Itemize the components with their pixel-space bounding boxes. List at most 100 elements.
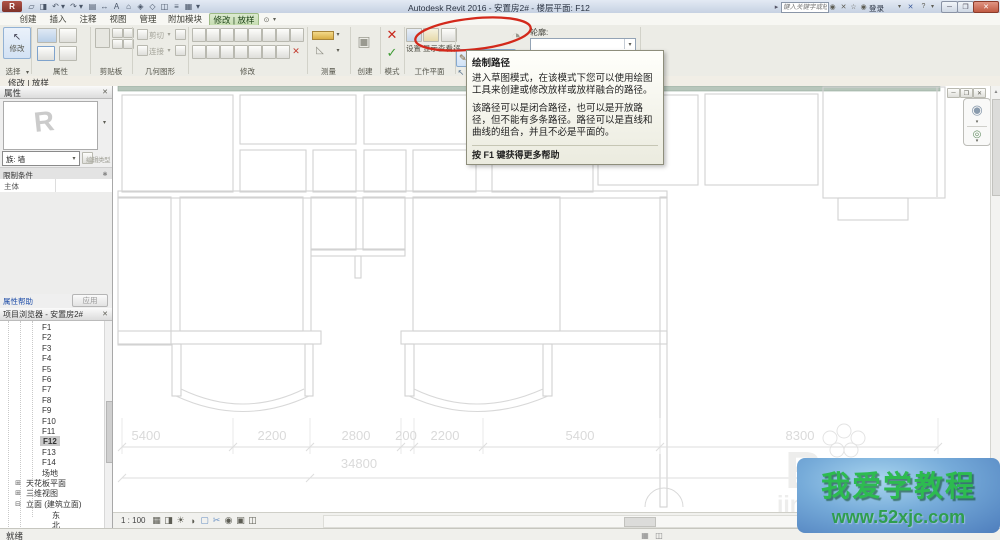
set-workplane-label[interactable]: 设置: [406, 43, 421, 54]
pin-tool-icon[interactable]: [290, 28, 304, 42]
extend-icon[interactable]: [276, 28, 290, 42]
thin-lines-icon[interactable]: ≡: [171, 2, 182, 11]
favorites-icon[interactable]: ☆: [849, 2, 858, 11]
browser-item-f12-selected[interactable]: F12: [40, 436, 60, 446]
tab-manage[interactable]: 管理: [134, 13, 162, 25]
properties-close-icon[interactable]: ✕: [100, 87, 110, 97]
measure-icon[interactable]: ↔: [99, 2, 110, 11]
pin-section-icon[interactable]: ✱: [101, 170, 109, 178]
scale-icon[interactable]: [248, 45, 262, 59]
exchange-x-icon[interactable]: ✕: [906, 2, 915, 11]
text-icon[interactable]: A: [111, 2, 122, 11]
browser-node-3d-views[interactable]: 三维视图: [26, 488, 58, 498]
steering-wheel-icon[interactable]: ◉: [969, 102, 985, 118]
host-row[interactable]: 主体: [0, 179, 112, 193]
family-types-icon[interactable]: [59, 28, 77, 43]
cut-dropdown-icon[interactable]: ▾: [166, 30, 172, 38]
browser-item-f3[interactable]: F3: [42, 343, 51, 353]
home-view-icon[interactable]: ⌂: [123, 2, 134, 11]
rotate-icon[interactable]: [220, 45, 234, 59]
signin-dropdown-icon[interactable]: ▾: [896, 2, 903, 11]
mirror-axis-icon[interactable]: [220, 28, 234, 42]
vertical-scrollbar[interactable]: ▲ ▼: [990, 86, 1000, 512]
browser-item-f6[interactable]: F6: [42, 374, 51, 384]
help-search-input[interactable]: [781, 2, 829, 13]
temporary-hide-icon[interactable]: ◉: [223, 515, 234, 526]
join-dropdown-icon[interactable]: ▾: [166, 46, 172, 54]
show-crop-icon[interactable]: ✂: [211, 515, 222, 526]
scale-control[interactable]: 1 : 100: [121, 516, 145, 525]
detail-level-icon[interactable]: ▦: [151, 515, 162, 526]
align-icon[interactable]: [192, 28, 206, 42]
tab-options-dropdown-icon[interactable]: ▾: [271, 15, 278, 24]
browser-item-f13[interactable]: F13: [42, 447, 56, 457]
browser-item-f14[interactable]: F14: [42, 457, 56, 467]
reveal-hidden-icon[interactable]: ▣: [235, 515, 246, 526]
measure-length-icon[interactable]: [312, 31, 334, 40]
exchange-apps-icon[interactable]: ✕: [839, 2, 848, 11]
set-workplane-icon[interactable]: [406, 28, 422, 42]
switch-windows-icon[interactable]: ▦: [183, 2, 194, 11]
cut-geometry-icon[interactable]: [137, 29, 148, 40]
undo-dropdown-icon[interactable]: ▾: [60, 2, 66, 11]
revit-app-button[interactable]: R: [2, 1, 22, 12]
browser-scrollbar[interactable]: [104, 321, 113, 528]
sun-path-icon[interactable]: ☀: [175, 515, 186, 526]
browser-item-f8[interactable]: F8: [42, 395, 51, 405]
preview-dropdown-icon[interactable]: ▾: [100, 118, 109, 127]
select-panel-dropdown-icon[interactable]: ▾: [24, 68, 31, 76]
browser-item-f4[interactable]: F4: [42, 353, 51, 363]
collapse-icon[interactable]: ⊟: [14, 500, 22, 508]
view-restore-icon[interactable]: ❐: [960, 88, 973, 98]
apply-button[interactable]: 应用: [72, 294, 108, 307]
browser-item-site[interactable]: 场地: [42, 468, 58, 478]
tab-create[interactable]: 创建: [14, 13, 42, 25]
save-icon[interactable]: ◨: [38, 2, 49, 11]
tab-view[interactable]: 视图: [104, 13, 132, 25]
shadows-icon[interactable]: ◑: [187, 515, 198, 526]
create-group-icon[interactable]: ▣: [354, 31, 374, 51]
type-selector[interactable]: 族: 墙 ▾: [2, 151, 80, 166]
browser-item-f10[interactable]: F10: [42, 416, 56, 426]
3d-view-icon[interactable]: ◇: [147, 2, 158, 11]
browser-item-f7[interactable]: F7: [42, 384, 51, 394]
minimize-button[interactable]: ─: [941, 1, 958, 13]
vscroll-thumb[interactable]: [992, 99, 1000, 196]
close-button[interactable]: ✕: [973, 1, 999, 13]
cut-geometry-label[interactable]: 剪切: [149, 30, 164, 41]
zoom-dropdown-icon[interactable]: ▾: [973, 138, 981, 144]
section-icon[interactable]: ◫: [159, 2, 170, 11]
print-icon[interactable]: ▤: [87, 2, 98, 11]
join-geometry-label[interactable]: 连接: [149, 46, 164, 57]
paste-icon[interactable]: [95, 28, 110, 48]
crop-view-icon[interactable]: ▢: [199, 515, 210, 526]
expand-icon[interactable]: ⊞: [14, 489, 22, 497]
tab-annotate[interactable]: 注释: [74, 13, 102, 25]
tab-insert[interactable]: 插入: [44, 13, 72, 25]
browser-item-f9[interactable]: F9: [42, 405, 51, 415]
render-icon[interactable]: ◈: [135, 2, 146, 11]
worksets-icon[interactable]: ▦: [640, 530, 650, 540]
analytical-icon[interactable]: ◫: [247, 515, 258, 526]
match-icon[interactable]: [276, 45, 290, 59]
properties-toggle-icon[interactable]: [37, 46, 55, 61]
browser-item-f5[interactable]: F5: [42, 364, 51, 374]
help-icon[interactable]: ?: [919, 2, 928, 11]
modify-tool-button[interactable]: ↖ 修改: [3, 27, 31, 59]
offset-icon[interactable]: [206, 28, 220, 42]
scroll-up-icon[interactable]: ▲: [992, 87, 1000, 96]
design-options-icon[interactable]: ◫: [654, 530, 664, 540]
expand-icon[interactable]: ⊞: [14, 479, 22, 487]
type-selector-dropdown-icon[interactable]: ▾: [70, 154, 78, 163]
browser-node-elevations[interactable]: 立面 (建筑立面): [26, 499, 82, 509]
edit-type-label[interactable]: 编辑类型: [86, 154, 110, 164]
cut-extra-icon[interactable]: [175, 29, 186, 40]
help-dropdown-icon[interactable]: ▾: [929, 2, 936, 11]
user-icon[interactable]: ◉: [859, 2, 868, 11]
type-properties-icon[interactable]: [59, 46, 77, 61]
open-icon[interactable]: ▱: [26, 2, 37, 11]
tab-options-icon[interactable]: ⊙: [262, 15, 271, 24]
restore-button[interactable]: ❐: [957, 1, 974, 13]
browser-scrollbar-thumb[interactable]: [106, 401, 113, 463]
copy-tool-icon[interactable]: [206, 45, 220, 59]
